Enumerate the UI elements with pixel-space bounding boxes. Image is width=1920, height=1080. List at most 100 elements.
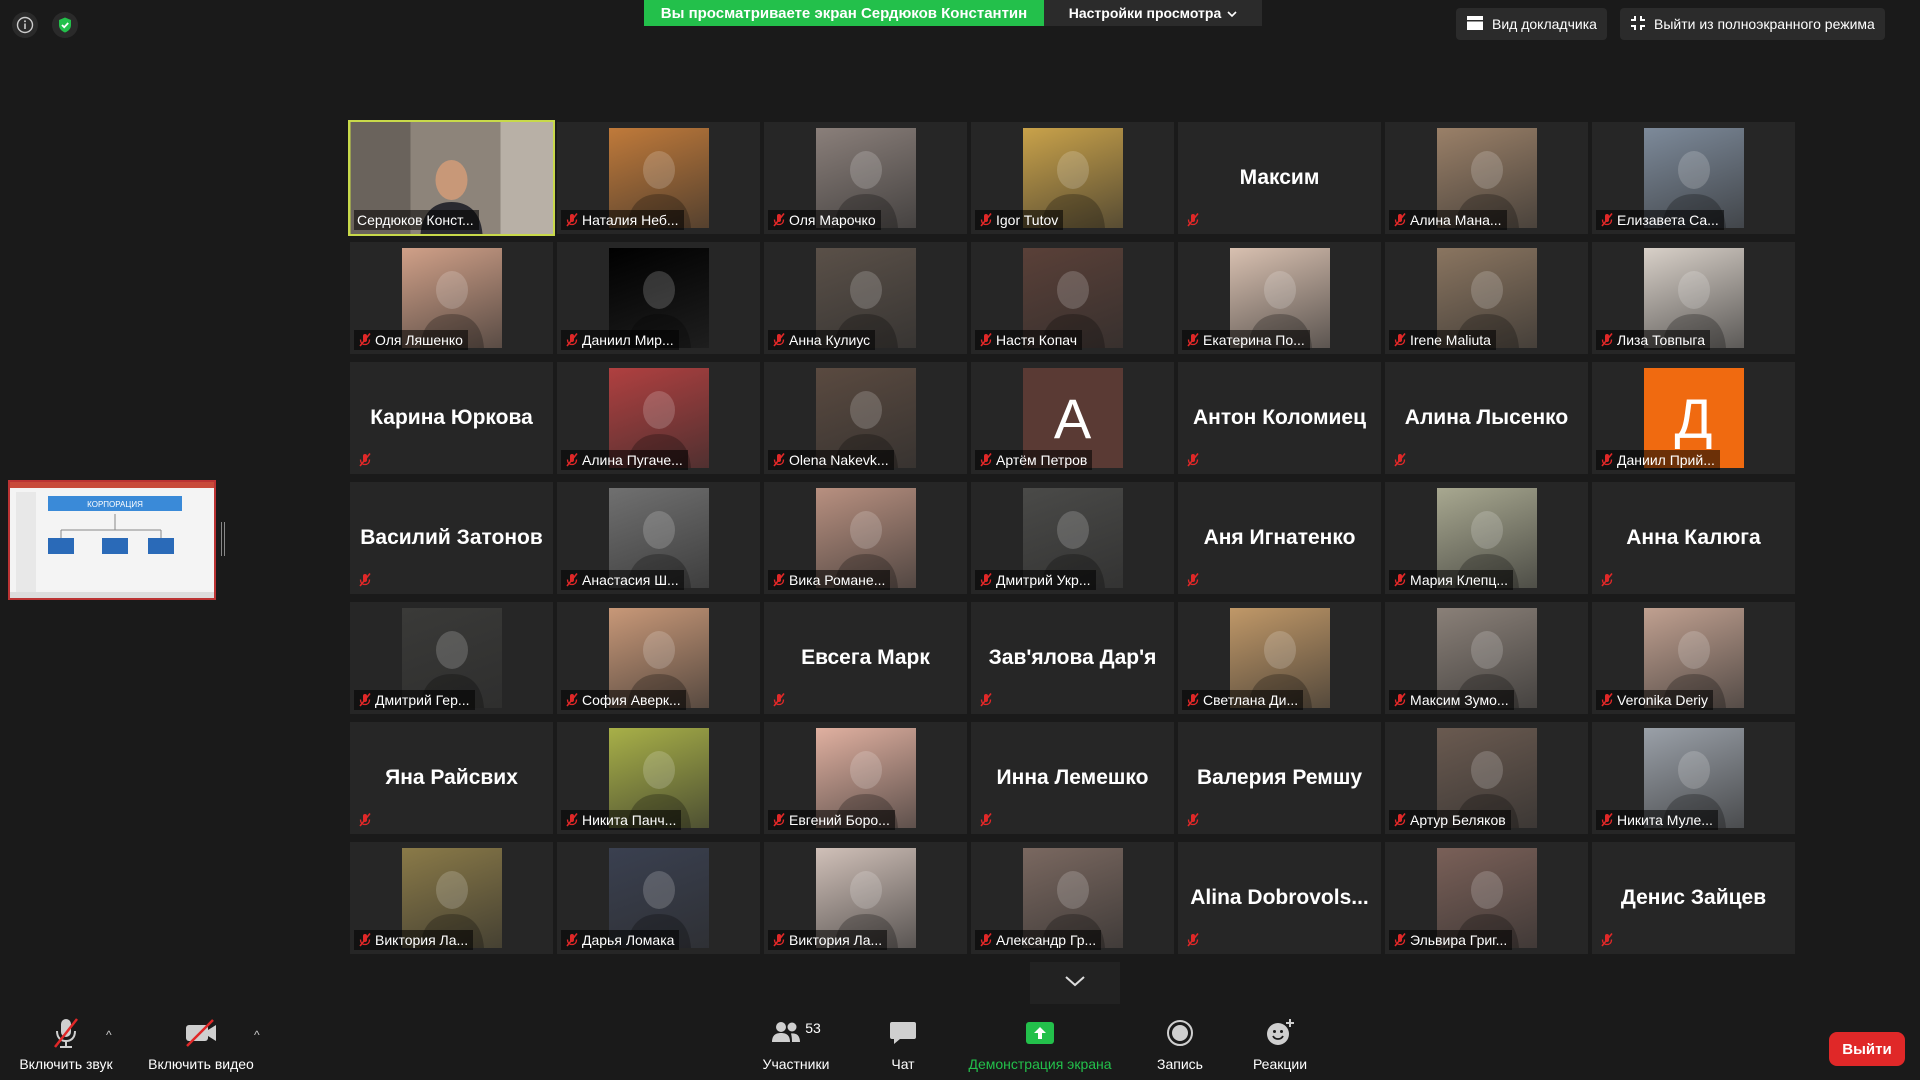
participant-tile[interactable]: Валерия Ремшу <box>1178 722 1381 834</box>
participant-tile[interactable]: Антон Коломиец <box>1178 362 1381 474</box>
participant-tile[interactable]: Дмитрий Гер... <box>350 602 553 714</box>
view-options-button[interactable]: Настройки просмотра <box>1044 0 1262 26</box>
participant-name-tag: Максим Зумо... <box>1389 690 1514 710</box>
participant-tile[interactable]: Alina Dobrovols... <box>1178 842 1381 954</box>
participant-tile[interactable]: Яна Райсвих <box>350 722 553 834</box>
video-options-caret-icon[interactable]: ^ <box>254 1028 260 1042</box>
participant-tile[interactable]: Максим <box>1178 122 1381 234</box>
participant-name: Виктория Ла... <box>375 932 469 948</box>
participants-count: 53 <box>805 1020 821 1036</box>
viewing-share-text: Вы просматриваете экран Сердюков Констан… <box>660 4 1028 22</box>
participant-tile[interactable]: Алина Мана... <box>1385 122 1588 234</box>
participant-tile[interactable]: Виктория Ла... <box>350 842 553 954</box>
unmute-button[interactable]: Включить звук <box>12 1004 120 1080</box>
muted-microphone-icon <box>357 572 373 588</box>
reactions-button[interactable]: Реакции <box>1244 1004 1316 1080</box>
participant-tile[interactable]: Алина Пугаче... <box>557 362 760 474</box>
exit-fullscreen-icon <box>1630 15 1646 34</box>
participant-tile[interactable]: Оля Ляшенко <box>350 242 553 354</box>
muted-microphone-icon <box>1599 692 1615 708</box>
participant-tile[interactable]: Екатерина По... <box>1178 242 1381 354</box>
record-button[interactable]: Запись <box>1150 1004 1210 1080</box>
participant-tile[interactable]: Оля Марочко <box>764 122 967 234</box>
audio-options-caret-icon[interactable]: ^ <box>106 1028 112 1042</box>
participant-tile[interactable]: Irene Maliuta <box>1385 242 1588 354</box>
speaker-view-label: Вид докладчика <box>1492 16 1597 32</box>
participant-tile[interactable]: Даниил Мир... <box>557 242 760 354</box>
participant-tile[interactable]: Виктория Ла... <box>764 842 967 954</box>
thumbnail-resize-handle[interactable] <box>221 522 225 556</box>
participant-tile[interactable]: Максим Зумо... <box>1385 602 1588 714</box>
participant-tile[interactable]: Мария Клепц... <box>1385 482 1588 594</box>
participant-tile[interactable]: Дарья Ломака <box>557 842 760 954</box>
encryption-shield-icon[interactable] <box>52 12 78 38</box>
muted-microphone-icon <box>1599 212 1615 228</box>
participant-tile[interactable]: A Артём Петров <box>971 362 1174 474</box>
participant-name-tag: Igor Tutov <box>975 210 1064 230</box>
participant-name-tag: Эльвира Григ... <box>1389 930 1513 950</box>
participant-tile[interactable]: Денис Зайцев <box>1592 842 1795 954</box>
muted-microphone-icon <box>1599 452 1615 468</box>
gallery-next-page-button[interactable] <box>1030 962 1120 1004</box>
exit-fullscreen-button[interactable]: Выйти из полноэкранного режима <box>1620 8 1885 40</box>
muted-microphone-icon <box>978 332 994 348</box>
participant-tile[interactable]: Василий Затонов <box>350 482 553 594</box>
chevron-down-icon <box>1064 974 1086 993</box>
participant-tile[interactable]: Анастасия Ш... <box>557 482 760 594</box>
leave-meeting-button[interactable]: Выйти <box>1829 1032 1905 1066</box>
participant-tile[interactable]: Инна Лемешко <box>971 722 1174 834</box>
info-icon[interactable] <box>12 12 38 38</box>
muted-microphone-icon <box>1392 212 1408 228</box>
participant-tile[interactable]: Наталия Неб... <box>557 122 760 234</box>
participant-tile[interactable]: София Аверк... <box>557 602 760 714</box>
share-screen-button[interactable]: Демонстрация экрана <box>958 1004 1122 1080</box>
participant-tile[interactable]: Лиза Товпыга <box>1592 242 1795 354</box>
participant-name: Мария Клепц... <box>1410 572 1509 588</box>
exit-fullscreen-label: Выйти из полноэкранного режима <box>1654 16 1875 32</box>
participant-tile[interactable]: Эльвира Григ... <box>1385 842 1588 954</box>
participant-tile[interactable]: Вика Романе... <box>764 482 967 594</box>
participant-tile[interactable]: Светлана Ди... <box>1178 602 1381 714</box>
participant-tile[interactable]: Olena Nakevk... <box>764 362 967 474</box>
muted-microphone-icon <box>564 452 580 468</box>
participant-tile[interactable]: Igor Tutov <box>971 122 1174 234</box>
participant-tile[interactable]: Анна Калюга <box>1592 482 1795 594</box>
speaker-view-button[interactable]: Вид докладчика <box>1456 8 1607 40</box>
participant-tile[interactable]: Аня Игнатенко <box>1178 482 1381 594</box>
participant-name: Эльвира Григ... <box>1410 932 1508 948</box>
participant-name-tag <box>975 690 999 710</box>
participant-tile[interactable]: Анна Кулиус <box>764 242 967 354</box>
participant-tile[interactable]: Veronika Deriy <box>1592 602 1795 714</box>
shared-screen-thumbnail[interactable]: КОРПОРАЦИЯ <box>8 480 216 600</box>
start-video-button[interactable]: Включить видео <box>140 1004 262 1080</box>
participant-tile[interactable]: Д Даниил Прий... <box>1592 362 1795 474</box>
participant-tile[interactable]: Александр Гр... <box>971 842 1174 954</box>
participant-name-tag: Александр Гр... <box>975 930 1102 950</box>
chat-button[interactable]: Чат <box>876 1004 930 1080</box>
participant-name-tag <box>768 690 792 710</box>
participant-name: Лиза Товпыга <box>1617 332 1706 348</box>
reactions-smiley-icon <box>1265 1016 1295 1050</box>
participants-button[interactable]: 53 Участники <box>752 1004 840 1080</box>
muted-microphone-icon <box>1599 332 1615 348</box>
muted-microphone-icon <box>978 452 994 468</box>
zoom-meeting-window: Вы просматриваете экран Сердюков Констан… <box>0 0 1920 1080</box>
participant-tile[interactable]: Сердюков Конст... <box>348 120 555 236</box>
participant-tile[interactable]: Артур Беляков <box>1385 722 1588 834</box>
muted-microphone-icon <box>1185 812 1201 828</box>
participant-tile[interactable]: Дмитрий Укр... <box>971 482 1174 594</box>
participant-tile[interactable]: Алина Лысенко <box>1385 362 1588 474</box>
participant-tile[interactable]: Зав'ялова Дар'я <box>971 602 1174 714</box>
participant-tile[interactable]: Никита Панч... <box>557 722 760 834</box>
muted-microphone-icon <box>978 812 994 828</box>
participant-tile[interactable]: Карина Юркова <box>350 362 553 474</box>
muted-microphone-icon <box>564 332 580 348</box>
top-left-icons <box>12 12 78 38</box>
participant-tile[interactable]: Евгений Боро... <box>764 722 967 834</box>
participant-tile[interactable]: Никита Муле... <box>1592 722 1795 834</box>
participant-name-tag: Olena Nakevk... <box>768 450 894 470</box>
participant-tile[interactable]: Елизавета Са... <box>1592 122 1795 234</box>
participant-tile[interactable]: Евсега Марк <box>764 602 967 714</box>
participant-tile[interactable]: Настя Копач <box>971 242 1174 354</box>
participant-name-tag: Алина Мана... <box>1389 210 1507 230</box>
